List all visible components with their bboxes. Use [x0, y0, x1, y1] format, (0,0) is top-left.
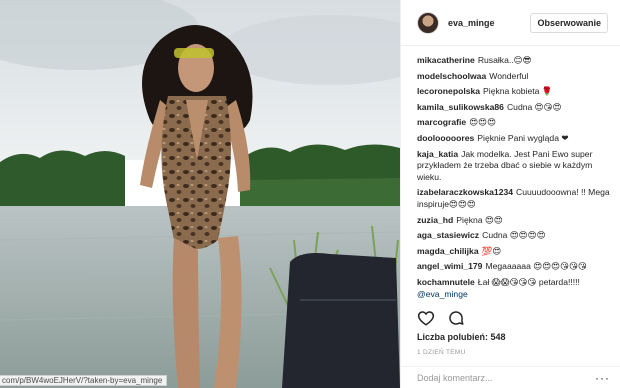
more-dots-icon[interactable]: ··· [595, 371, 610, 385]
comment-username[interactable]: aga_stasiewicz [417, 230, 479, 240]
comment-username[interactable]: doolooooores [417, 133, 474, 143]
comment-row: marcografie 😍😍😍 [417, 117, 610, 129]
comment-text: 💯😍 [481, 245, 502, 256]
status-url: com/p/BW4woEJHerV/?taken-by=eva_minge [0, 375, 168, 386]
comment-text: Piękna 😍😍 [456, 214, 503, 225]
comment-username[interactable]: modelschoolwaa [417, 71, 486, 81]
comment-text: Rusałka..😊😎 [477, 55, 532, 65]
follow-button[interactable]: Obserwowanie [530, 12, 608, 33]
action-bar [417, 309, 465, 327]
comment-text: Megaaaaaa 😍😍😍😘😘😘 [485, 261, 587, 272]
comment-bubble-icon[interactable] [447, 309, 465, 327]
comment-username[interactable]: angel_wimi_179 [417, 261, 482, 271]
comment-username[interactable]: lecoronepolska [417, 86, 480, 96]
comment-text: Cudna 😍😘😍 [506, 101, 562, 112]
comment-text: Cudna 😍😍😍😍 [482, 230, 546, 241]
post-sidebar: eva_minge Obserwowanie mikacatherine Rusa… [400, 0, 620, 388]
comment-text: Pięknie Pani wygląda ❤ [477, 132, 569, 143]
comment-row: kamila_sulikowska86 Cudna 😍😘😍 [417, 102, 610, 114]
comment-username[interactable]: kamila_sulikowska86 [417, 102, 504, 112]
avatar[interactable] [417, 11, 439, 34]
comment-username[interactable]: kaja_katia [417, 149, 458, 159]
comment-row: kochamnutele Łał 😱😱😘😘😘 petarda!!!!! @eva_… [417, 277, 610, 300]
comment-username[interactable]: magda_chilijka [417, 246, 479, 256]
comment-text: 😍😍😍 [469, 117, 497, 128]
comment-row: lecoronepolska Piękna kobieta 🌹 [417, 86, 610, 98]
post-header: eva_minge Obserwowanie [401, 0, 620, 46]
comment-username[interactable]: zuzia_hd [417, 215, 453, 225]
comment-row: aga_stasiewicz Cudna 😍😍😍😍 [417, 230, 610, 242]
comment-text: Wonderful [489, 70, 529, 81]
comment-list: mikacatherine Rusałka..😊😎 modelschoolwaa Wo… [417, 55, 610, 302]
post-timestamp[interactable]: 1 DZIEŃ TEMU [417, 349, 466, 356]
comment-username[interactable]: kochamnutele [417, 277, 475, 287]
photo-image [0, 0, 400, 388]
post-photo[interactable]: com/p/BW4woEJHerV/?taken-by=eva_minge [0, 0, 400, 388]
comment-text: Łał 😱😱😘😘😘 petarda!!!!! [477, 276, 580, 287]
add-comment-input[interactable] [417, 372, 595, 383]
comment-username[interactable]: izabelaraczkowska1234 [417, 187, 513, 197]
comment-row: angel_wimi_179 Megaaaaaa 😍😍😍😘😘😘 [417, 261, 610, 273]
comment-text: Piękna kobieta 🌹 [483, 86, 553, 97]
comment-row: izabelaraczkowska1234 Cuuuudooowna! !! Me… [417, 187, 610, 210]
comment-username[interactable]: mikacatherine [417, 55, 475, 65]
like-count[interactable]: Liczba polubień: 548 [417, 332, 506, 342]
post-author-username[interactable]: eva_minge [448, 18, 530, 28]
comment-row: modelschoolwaa Wonderful [417, 71, 610, 83]
comment-row: doolooooores Pięknie Pani wygląda ❤ [417, 133, 610, 145]
comment-row: kaja_katia Jak modelka. Jest Pani Ewo sup… [417, 149, 610, 184]
comment-username[interactable]: marcografie [417, 117, 466, 127]
comment-row: magda_chilijka 💯😍 [417, 246, 610, 258]
comment-row: zuzia_hd Piękna 😍😍 [417, 215, 610, 227]
comment-mention[interactable]: @eva_minge [417, 289, 468, 299]
heart-icon[interactable] [417, 309, 435, 327]
comment-row: mikacatherine Rusałka..😊😎 [417, 55, 610, 67]
add-comment-bar: ··· [401, 366, 620, 388]
